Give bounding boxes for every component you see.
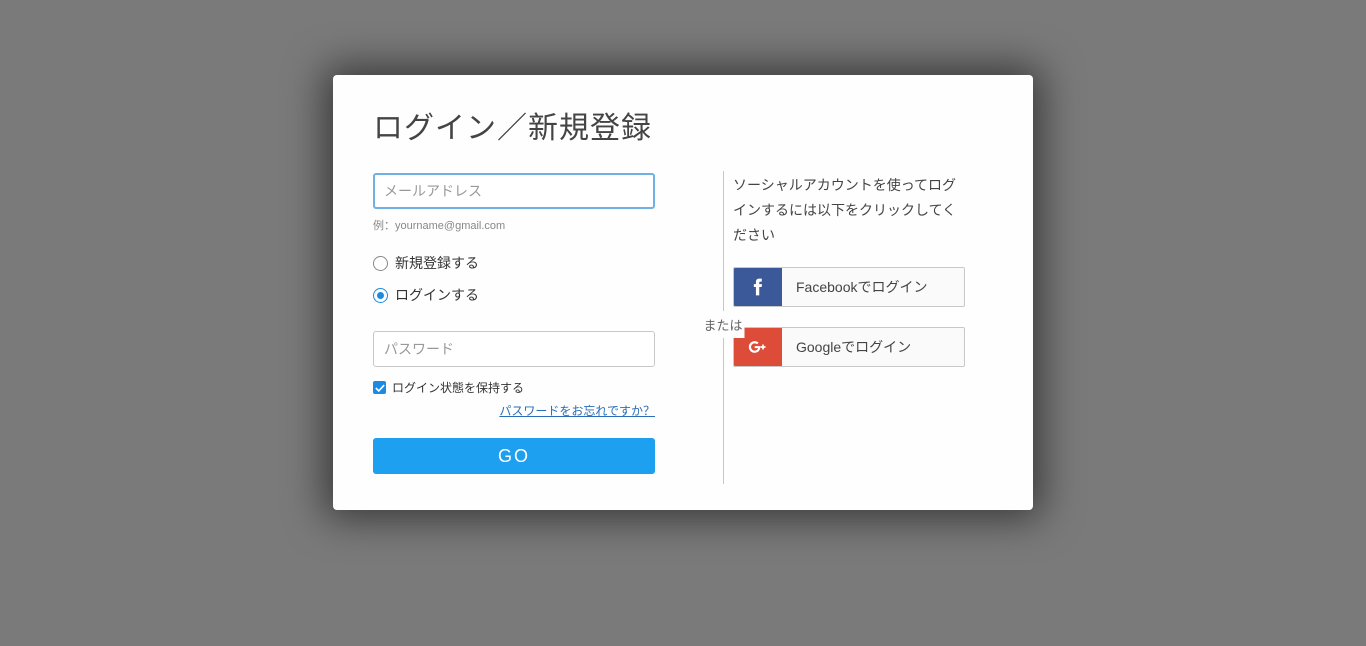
email-field[interactable]	[373, 173, 655, 209]
password-field[interactable]	[373, 331, 655, 367]
radio-icon	[373, 256, 388, 271]
social-description: ソーシャルアカウントを使ってログインするには以下をクリックしてください	[733, 173, 965, 249]
google-button-label: Googleでログイン	[782, 337, 964, 357]
checkbox-icon	[373, 381, 386, 394]
page-title: ログイン／新規登録	[373, 103, 993, 147]
login-modal: ログイン／新規登録 例：yourname@gmail.com 新規登録する ログ…	[333, 75, 1033, 510]
google-login-button[interactable]: Googleでログイン	[733, 327, 965, 367]
register-radio[interactable]: 新規登録する	[373, 253, 655, 273]
or-label: または	[701, 311, 744, 338]
facebook-login-button[interactable]: Facebookでログイン	[733, 267, 965, 307]
go-button[interactable]: GO	[373, 438, 655, 474]
register-radio-label: 新規登録する	[395, 253, 479, 273]
radio-icon	[373, 288, 388, 303]
remember-label: ログイン状態を保持する	[392, 379, 524, 396]
login-form: 例：yourname@gmail.com 新規登録する ログインする ログイン状…	[373, 173, 685, 474]
email-hint: 例：yourname@gmail.com	[373, 217, 655, 233]
login-radio[interactable]: ログインする	[373, 285, 655, 305]
login-radio-label: ログインする	[395, 285, 479, 305]
facebook-button-label: Facebookでログイン	[782, 277, 964, 297]
facebook-icon	[734, 268, 782, 306]
remember-checkbox[interactable]: ログイン状態を保持する	[373, 379, 655, 396]
forgot-password-link[interactable]: パスワードをお忘れですか？	[499, 404, 655, 418]
